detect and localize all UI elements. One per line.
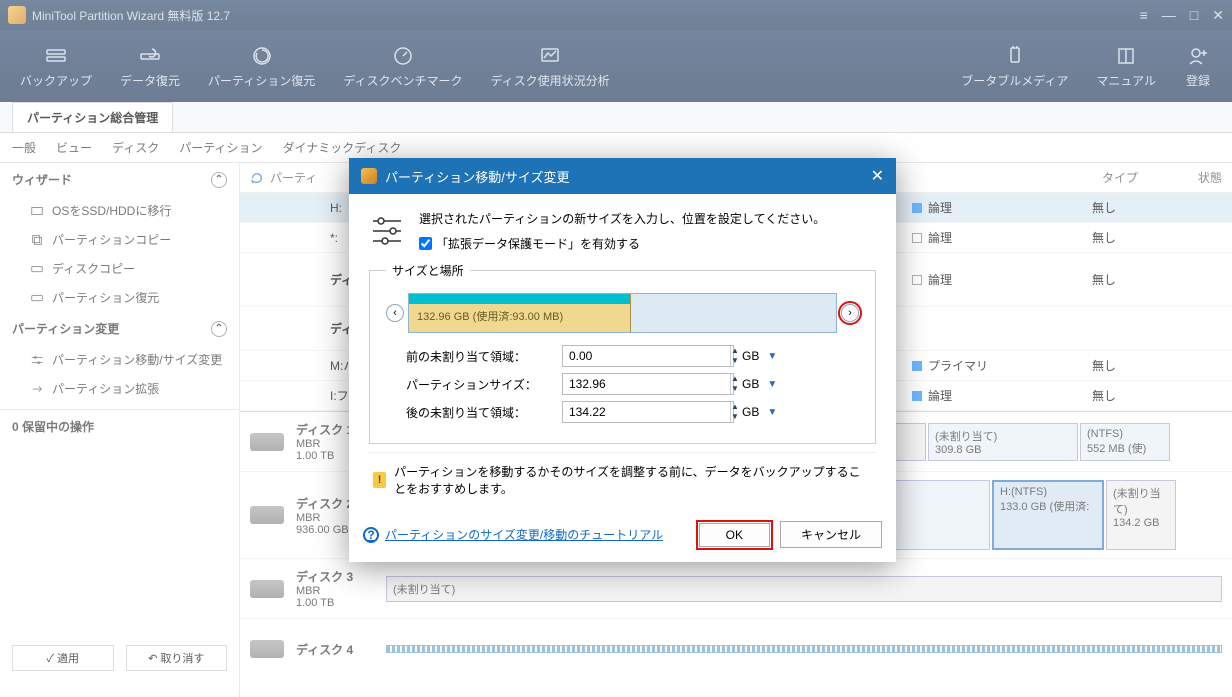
spin-down-icon[interactable]: ▼ bbox=[731, 384, 739, 394]
spin-up-icon[interactable]: ▲ bbox=[731, 374, 739, 384]
cancel-button[interactable]: キャンセル bbox=[780, 521, 882, 548]
spin-down-icon[interactable]: ▼ bbox=[731, 356, 739, 366]
dialog-titlebar: パーティション移動/サイズ変更 ✕ bbox=[349, 158, 896, 194]
move-resize-dialog: パーティション移動/サイズ変更 ✕ 選択されたパーティションの新サイズを入力し、… bbox=[349, 158, 896, 562]
size-label: パーティションサイズ： bbox=[386, 376, 562, 393]
size-input[interactable]: ▲▼ bbox=[562, 373, 734, 395]
extend-right-button[interactable]: › bbox=[841, 304, 859, 322]
protect-mode-input[interactable] bbox=[419, 237, 432, 250]
spin-up-icon[interactable]: ▲ bbox=[731, 346, 739, 356]
unit-dropdown[interactable]: ▼ bbox=[767, 351, 781, 362]
sliders-icon bbox=[369, 210, 405, 252]
spin-up-icon[interactable]: ▲ bbox=[731, 402, 739, 412]
warning-row: ! パーティションを移動するかそのサイズを調整する前に、データをバックアップする… bbox=[369, 452, 876, 501]
size-value[interactable] bbox=[563, 374, 730, 394]
spin-down-icon[interactable]: ▼ bbox=[731, 412, 739, 422]
fieldset-legend: サイズと場所 bbox=[386, 262, 470, 279]
shrink-left-button[interactable]: ‹ bbox=[386, 304, 404, 322]
size-track[interactable]: 132.96 GB (使用済:93.00 MB) bbox=[408, 293, 837, 333]
used-region[interactable]: 132.96 GB (使用済:93.00 MB) bbox=[409, 294, 631, 332]
protect-mode-checkbox[interactable]: 「拡張データ保護モード」を有効する bbox=[419, 235, 825, 252]
before-value[interactable] bbox=[563, 346, 730, 366]
after-label: 後の未割り当て領域： bbox=[386, 404, 562, 421]
after-input[interactable]: ▲▼ bbox=[562, 401, 734, 423]
dialog-close-icon[interactable]: ✕ bbox=[871, 166, 884, 186]
before-label: 前の未割り当て領域： bbox=[386, 348, 562, 365]
dialog-title: パーティション移動/サイズ変更 bbox=[385, 167, 569, 186]
dialog-logo-icon bbox=[361, 168, 377, 184]
tutorial-link[interactable]: ? パーティションのサイズ変更/移動のチュートリアル bbox=[363, 526, 663, 543]
ok-button[interactable]: OK bbox=[699, 523, 770, 547]
unit-dropdown[interactable]: ▼ bbox=[767, 379, 781, 390]
size-location-fieldset: サイズと場所 ‹ 132.96 GB (使用済:93.00 MB) › 前の未割… bbox=[369, 262, 876, 444]
dialog-instruction: 選択されたパーティションの新サイズを入力し、位置を設定してください。 bbox=[419, 210, 825, 227]
warning-icon: ! bbox=[373, 472, 386, 488]
after-value[interactable] bbox=[563, 402, 730, 422]
unit-dropdown[interactable]: ▼ bbox=[767, 407, 781, 418]
help-icon: ? bbox=[363, 527, 379, 543]
before-input[interactable]: ▲▼ bbox=[562, 345, 734, 367]
